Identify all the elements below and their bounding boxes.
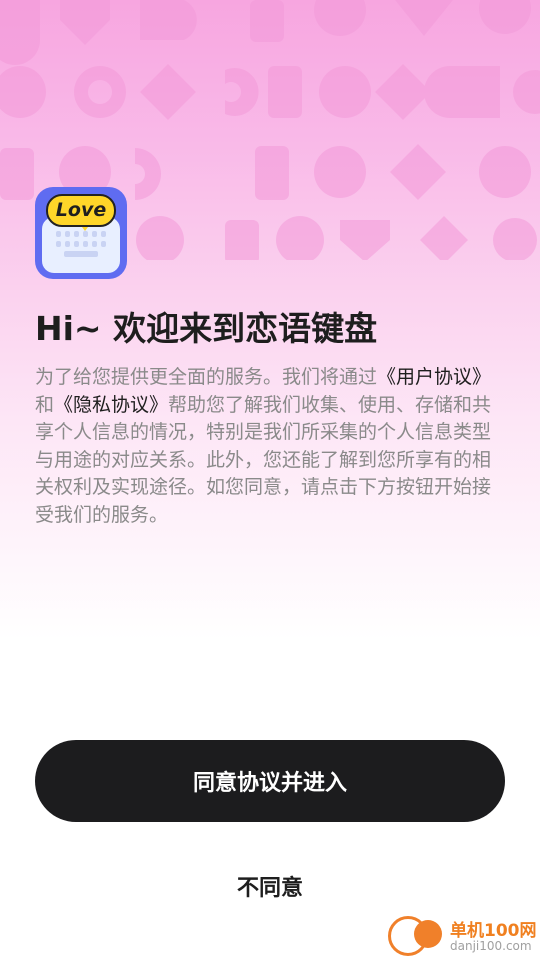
disagree-button[interactable]: 不同意 <box>170 866 370 906</box>
key-row <box>56 231 106 237</box>
watermark-text: 单机100网 <box>450 921 537 941</box>
love-speech-bubble: Love <box>46 194 116 227</box>
user-agreement-link[interactable]: 《用户协议》 <box>377 366 491 388</box>
watermark: 单机100网 danji100.com <box>388 914 538 958</box>
page-title: Hi~ 欢迎来到恋语键盘 <box>35 309 378 348</box>
agreement-description: 为了给您提供更全面的服务。我们将通过《用户协议》和《隐私协议》帮助您了解我们收集… <box>35 364 505 529</box>
watermark-logo-mark <box>414 920 442 948</box>
key-row <box>56 241 106 247</box>
privacy-agreement-link[interactable]: 《隐私协议》 <box>54 394 168 416</box>
description-text-1: 为了给您提供更全面的服务。我们将通过 <box>35 366 378 388</box>
app-icon: Love <box>35 187 127 279</box>
description-and: 和 <box>35 393 55 416</box>
watermark-domain: danji100.com <box>450 939 532 953</box>
space-key <box>64 251 98 257</box>
agree-and-enter-button[interactable]: 同意协议并进入 <box>35 740 505 822</box>
